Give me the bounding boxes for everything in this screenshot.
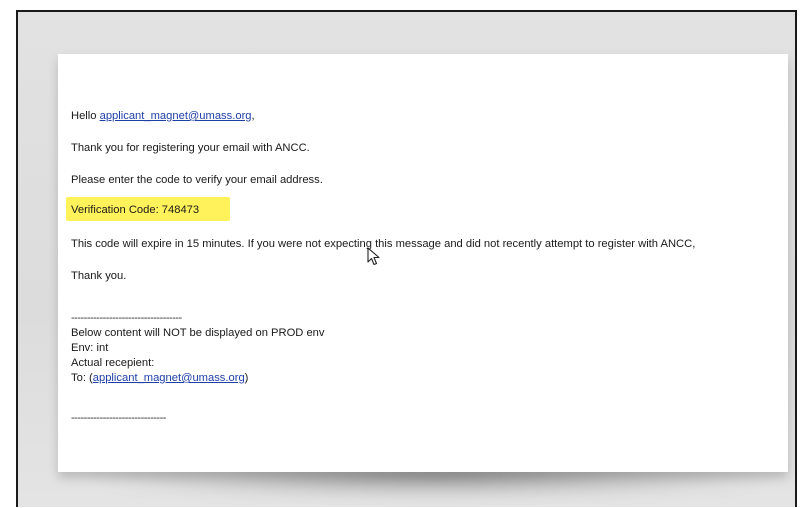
- to-email-link[interactable]: applicant_magnet@umass.org: [93, 372, 245, 384]
- thanks-registering-text: Thank you for registering your email wit…: [71, 142, 310, 154]
- to-prefix: To: (: [71, 372, 93, 384]
- env-text: Env: int: [71, 342, 109, 354]
- greeting-suffix: ,: [251, 110, 255, 122]
- greeting-prefix: Hello: [71, 110, 100, 122]
- thank-you-text: Thank you.: [71, 270, 127, 282]
- actual-recipient-text: Actual recepient:: [71, 357, 155, 369]
- not-displayed-text: Below content will NOT be displayed on P…: [71, 327, 325, 339]
- greeting-email-link[interactable]: applicant_magnet@umass.org: [100, 110, 252, 122]
- mouse-pointer-icon: [367, 247, 380, 266]
- screenshot-frame: Hello applicant_magnet@umass.org, Thank …: [16, 10, 797, 507]
- greeting-line: Hello applicant_magnet@umass.org,: [71, 109, 255, 123]
- to-suffix: ): [244, 372, 249, 384]
- verification-code-text: Verification Code: 748473: [71, 204, 200, 216]
- divider-top: -----------------------------------: [71, 312, 182, 324]
- enter-code-text: Please enter the code to verify your ema…: [71, 174, 323, 186]
- expire-notice-text: This code will expire in 15 minutes. If …: [71, 238, 696, 250]
- divider-bottom: ------------------------------: [71, 412, 166, 424]
- to-line: To: (applicant_magnet@umass.org): [71, 371, 248, 385]
- email-body: Hello applicant_magnet@umass.org, Thank …: [58, 54, 788, 472]
